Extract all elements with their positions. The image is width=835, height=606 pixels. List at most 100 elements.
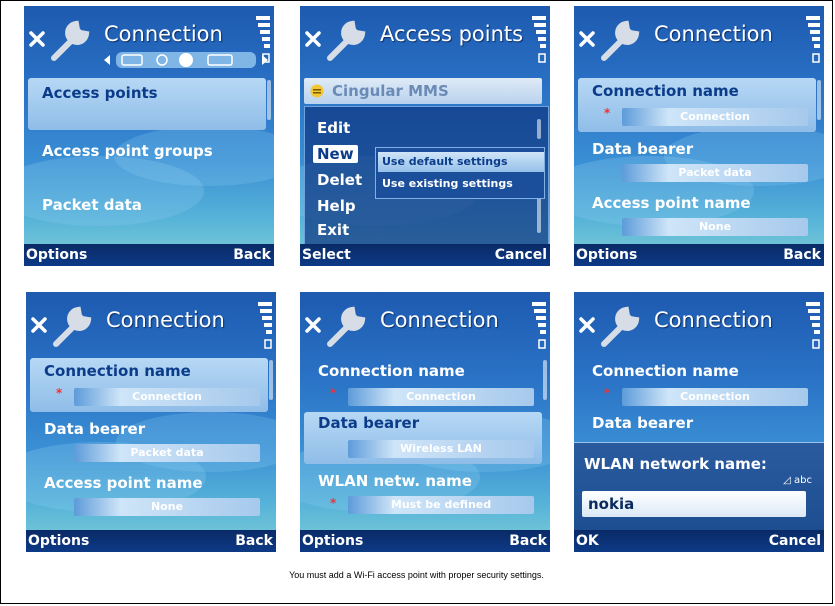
menu-item-new[interactable]: New [313, 145, 358, 163]
scrollbar[interactable] [267, 80, 271, 120]
setting-data-bearer[interactable]: Data bearer Packet data [30, 418, 268, 468]
wrench-icon [53, 306, 92, 347]
access-point-name-value: None [622, 218, 808, 236]
close-icon[interactable] [304, 316, 322, 334]
input-mode-indicator: ◿ abc [783, 475, 812, 486]
list-item-packet-data[interactable]: Packet data [28, 194, 266, 218]
screen-connection-menu: Connection Access points Access point gr… [24, 6, 274, 266]
back-softkey[interactable]: Back [233, 247, 271, 263]
scrollbar[interactable] [537, 193, 541, 233]
screen-wlan-name-dialog: Connection Connection name * Connection … [574, 292, 824, 552]
screen-access-points-menu: Access points Cingular MMS Edit New Dele… [300, 6, 550, 266]
connection-name-value: Connection [348, 388, 534, 406]
menu-item-delete[interactable]: Delet [317, 171, 362, 189]
required-marker: * [330, 386, 337, 400]
screen-title: Connection [654, 22, 773, 46]
scrollbar[interactable] [817, 80, 821, 120]
required-marker: * [56, 386, 63, 400]
options-softkey[interactable]: Options [26, 247, 87, 263]
setting-access-point-name[interactable]: Access point name None [30, 474, 268, 520]
screen-title: Connection [104, 22, 223, 46]
signal-strength-icon [806, 302, 820, 349]
cancel-softkey[interactable]: Cancel [769, 533, 821, 549]
wlan-name-input[interactable]: nokia [582, 491, 806, 517]
title-bar: Connection [300, 292, 550, 362]
setting-connection-name[interactable]: Connection name * Connection [304, 358, 542, 412]
connection-name-value: Connection [622, 388, 808, 406]
title-bar: Connection [24, 6, 274, 76]
signal-strength-icon [258, 302, 272, 349]
figure-caption: You must add a Wi-Fi access point with p… [289, 570, 544, 580]
close-icon[interactable] [304, 30, 322, 48]
ok-softkey[interactable]: OK [576, 533, 599, 549]
menu-item-exit[interactable]: Exit [317, 221, 349, 239]
close-icon[interactable] [30, 316, 48, 334]
setting-connection-name[interactable]: Connection name * Connection [30, 358, 268, 412]
menu-item-edit[interactable]: Edit [317, 119, 350, 137]
wrench-icon [327, 306, 366, 347]
screen-title: Connection [654, 308, 773, 332]
data-bearer-value: Wireless LAN [348, 440, 534, 458]
new-submenu: Use default settings Use existing settin… [375, 147, 545, 199]
setting-data-bearer[interactable]: Data bearer Wireless LAN [304, 412, 542, 464]
setting-access-point-name[interactable]: Access point name None [578, 194, 816, 240]
settings-tabs-icon[interactable] [102, 50, 272, 70]
connection-name-value: Connection [622, 108, 808, 126]
signal-strength-icon [532, 16, 546, 63]
scrollbar[interactable] [269, 360, 273, 400]
softkey-bar: Options Back [26, 530, 276, 552]
title-bar: Access points [300, 6, 550, 76]
softkey-bar: Options Back [574, 244, 824, 266]
wrench-icon [601, 20, 640, 61]
required-marker: * [604, 386, 611, 400]
back-softkey[interactable]: Back [235, 533, 273, 549]
connection-name-value: Connection [74, 388, 260, 406]
data-bearer-value: Packet data [74, 444, 260, 462]
wlan-network-name-value: Must be defined [348, 496, 534, 514]
title-bar: Connection [574, 6, 824, 76]
select-softkey[interactable]: Select [302, 247, 351, 263]
scrollbar[interactable] [537, 119, 541, 139]
list-item-access-point-groups[interactable]: Access point groups [28, 140, 266, 164]
screen-connection-settings: Connection Connection name * Connection … [574, 6, 824, 266]
options-menu: Edit New Delet Help Exit Use default set… [304, 106, 549, 246]
screen-title: Connection [106, 308, 225, 332]
wlan-name-dialog: WLAN network name: ◿ abc nokia [574, 442, 824, 531]
back-softkey[interactable]: Back [509, 533, 547, 549]
dialog-label: WLAN network name: [584, 455, 767, 473]
screen-connection-wlan: Connection Connection name * Connection … [300, 292, 550, 552]
list-item-cingular-mms[interactable]: Cingular MMS [304, 78, 542, 104]
close-icon[interactable] [578, 316, 596, 334]
close-icon[interactable] [28, 30, 46, 48]
setting-data-bearer[interactable]: Data bearer Packet data [578, 138, 816, 188]
required-marker: * [330, 496, 337, 510]
setting-connection-name[interactable]: Connection name * Connection [578, 358, 816, 412]
submenu-item-use-existing-settings[interactable]: Use existing settings [378, 174, 544, 194]
wrench-icon [327, 20, 366, 61]
title-bar: Connection [26, 292, 276, 362]
screen-title: Access points [380, 22, 524, 46]
softkey-bar: OK Cancel [574, 530, 824, 552]
softkey-bar: Select Cancel [300, 244, 550, 266]
cancel-softkey[interactable]: Cancel [495, 247, 547, 263]
title-bar: Connection [574, 292, 824, 362]
required-marker: * [604, 106, 611, 120]
options-softkey[interactable]: Options [302, 533, 363, 549]
softkey-bar: Options Back [300, 530, 550, 552]
menu-item-help[interactable]: Help [317, 197, 356, 215]
scrollbar[interactable] [543, 360, 547, 400]
setting-wlan-network-name[interactable]: WLAN netw. name * Must be defined [304, 472, 542, 518]
close-icon[interactable] [578, 30, 596, 48]
access-point-name-value: None [74, 498, 260, 516]
screen-connection-settings: Connection Connection name * Connection … [26, 292, 276, 552]
setting-data-bearer[interactable]: Data bearer [578, 412, 816, 436]
softkey-bar: Options Back [24, 244, 274, 266]
setting-connection-name[interactable]: Connection name * Connection [578, 78, 816, 132]
options-softkey[interactable]: Options [28, 533, 89, 549]
list-item-access-points[interactable]: Access points [28, 78, 266, 130]
back-softkey[interactable]: Back [783, 247, 821, 263]
options-softkey[interactable]: Options [576, 247, 637, 263]
data-bearer-value: Packet data [622, 164, 808, 182]
pen-icon: ◿ [783, 475, 795, 486]
submenu-item-use-default-settings[interactable]: Use default settings [378, 152, 544, 172]
